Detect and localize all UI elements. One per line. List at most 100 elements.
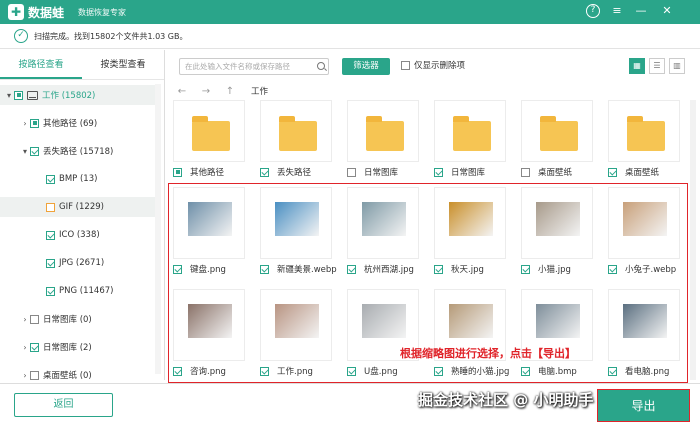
file-checkbox[interactable] (260, 167, 269, 177)
filter-button[interactable]: 筛选器 (342, 58, 390, 75)
view-tabs: 按路径查看 按类型查看 (0, 50, 164, 80)
file-name: 日常图库 (364, 168, 399, 178)
help-icon[interactable]: ? (586, 4, 600, 18)
file-checkbox[interactable] (608, 167, 617, 177)
search-icon[interactable] (317, 62, 325, 70)
chevron-down-icon[interactable]: ▾ (20, 147, 30, 156)
tree-item[interactable]: PNG (11467) (0, 281, 155, 301)
file-checkbox[interactable] (521, 167, 530, 177)
tree-checkbox[interactable] (14, 90, 23, 100)
tree-checkbox[interactable] (30, 342, 39, 352)
tree-item-label: 其他路径 (69) (43, 119, 98, 129)
folder-icon (627, 116, 665, 151)
folder-icon (453, 116, 491, 151)
folder-thumbnail[interactable] (260, 100, 332, 162)
chevron-right-icon[interactable]: › (20, 315, 30, 324)
tree-item-label: 日常图库 (2) (43, 343, 92, 353)
tree-item[interactable]: ▾ 工作 (15802) (0, 85, 155, 105)
scan-complete-icon: ✓ (14, 29, 28, 43)
file-label-row: 丢失路径 (260, 166, 350, 178)
scan-status-bar: ✓ 扫描完成。找到15802个文件共1.03 GB。 (0, 24, 700, 49)
folder-thumbnail[interactable] (173, 100, 245, 162)
tree-item[interactable]: ICO (338) (0, 225, 155, 245)
file-label-row: 日常图库 (347, 166, 437, 178)
tree-item-label: 桌面壁纸 (0) (43, 371, 92, 381)
tree-item-label: JPG (2671) (59, 258, 105, 268)
watermark: 掘金技术社区 @ 小明助手 (418, 391, 594, 409)
folder-icon (192, 116, 230, 151)
tree-item-label: PNG (11467) (59, 286, 114, 296)
menu-icon[interactable]: ≡ (610, 4, 624, 18)
file-name: 桌面壁纸 (625, 168, 660, 178)
file-checkbox[interactable] (173, 167, 182, 177)
chevron-right-icon[interactable]: › (20, 343, 30, 352)
close-icon[interactable]: ✕ (660, 4, 674, 18)
tree-item[interactable]: GIF (1229) (0, 197, 155, 217)
tree-checkbox[interactable] (30, 118, 39, 128)
back-button[interactable]: 返回 (14, 393, 113, 417)
file-checkbox[interactable] (434, 167, 443, 177)
file-checkbox[interactable] (347, 167, 356, 177)
tree-item[interactable]: JPG (2671) (0, 253, 155, 273)
tree-item[interactable]: BMP (13) (0, 169, 155, 189)
chevron-right-icon[interactable]: › (20, 119, 30, 128)
tree-checkbox[interactable] (46, 202, 55, 212)
search-input[interactable]: 在此处输入文件名称或保存路径 (179, 58, 329, 75)
folder-thumbnail[interactable] (434, 100, 506, 162)
chevron-down-icon[interactable]: ▾ (4, 91, 14, 100)
chevron-right-icon[interactable]: › (20, 371, 30, 380)
navigation-bar: ← → ↑ 工作 (165, 82, 700, 100)
tree-item-label: 日常图库 (0) (43, 315, 92, 325)
tree-checkbox[interactable] (30, 146, 39, 156)
tree-item[interactable]: › 桌面壁纸 (0) (0, 365, 155, 385)
file-name: 桌面壁纸 (538, 168, 573, 178)
file-label-row: 桌面壁纸 (608, 166, 698, 178)
folder-icon (279, 116, 317, 151)
sidebar-scrollbar[interactable] (155, 84, 161, 374)
file-label-row: 桌面壁纸 (521, 166, 611, 178)
scan-status-text: 扫描完成。找到15802个文件共1.03 GB。 (34, 31, 188, 41)
file-label-row: 其他路径 (173, 166, 263, 178)
folder-thumbnail[interactable] (521, 100, 593, 162)
back-arrow-icon[interactable]: ← (175, 86, 189, 97)
export-button[interactable]: 导出 (597, 389, 690, 422)
folder-icon (540, 116, 578, 151)
grid-view-icon[interactable]: ▦ (629, 58, 645, 74)
drive-icon (27, 90, 38, 100)
tree-checkbox[interactable] (30, 314, 39, 324)
tree-checkbox[interactable] (46, 286, 55, 296)
tree-item-label: GIF (1229) (59, 202, 104, 212)
only-deleted-toggle[interactable]: 仅显示删除项 (401, 59, 465, 71)
app-logo: ✚ 数据蛙 (8, 4, 64, 21)
file-name: 丢失路径 (277, 168, 312, 178)
tree-item[interactable]: › 日常图库 (2) (0, 337, 155, 357)
only-deleted-checkbox[interactable] (401, 60, 410, 70)
toolbar: 在此处输入文件名称或保存路径 筛选器 仅显示删除项 ▦ ☰ ▥ (165, 50, 700, 80)
forward-arrow-icon[interactable]: → (199, 86, 213, 97)
only-deleted-label: 仅显示删除项 (414, 61, 466, 71)
current-path: 工作 (251, 87, 269, 97)
tree-item[interactable]: › 其他路径 (69) (0, 113, 155, 133)
folder-thumbnail[interactable] (608, 100, 680, 162)
tree-checkbox[interactable] (46, 258, 55, 268)
hint-annotation: 根据缩略图进行选择，点击【导出】 (400, 347, 576, 360)
file-label-row: 日常图库 (434, 166, 524, 178)
detail-view-icon[interactable]: ▥ (669, 58, 685, 74)
app-subtitle: 数据恢复专家 (78, 7, 127, 17)
tree-checkbox[interactable] (30, 370, 39, 380)
tree-checkbox[interactable] (46, 230, 55, 240)
folder-thumbnail[interactable] (347, 100, 419, 162)
tree-item[interactable]: ▾ 丢失路径 (15718) (0, 141, 155, 161)
list-view-icon[interactable]: ☰ (649, 58, 665, 74)
file-name: 其他路径 (190, 168, 225, 178)
up-arrow-icon[interactable]: ↑ (223, 86, 237, 97)
tree-checkbox[interactable] (46, 174, 55, 184)
content-scrollbar[interactable] (690, 100, 696, 380)
tree-item[interactable]: › 日常图库 (0) (0, 309, 155, 329)
tab-by-path[interactable]: 按路径查看 (0, 50, 82, 79)
bottom-bar: 返回 导出 (0, 383, 700, 427)
tab-by-type[interactable]: 按类型查看 (82, 50, 164, 79)
tree-item-label: 工作 (15802) (42, 91, 96, 101)
title-bar: ✚ 数据蛙 数据恢复专家 ? ≡ — ✕ (0, 0, 700, 24)
minimize-icon[interactable]: — (634, 4, 648, 18)
